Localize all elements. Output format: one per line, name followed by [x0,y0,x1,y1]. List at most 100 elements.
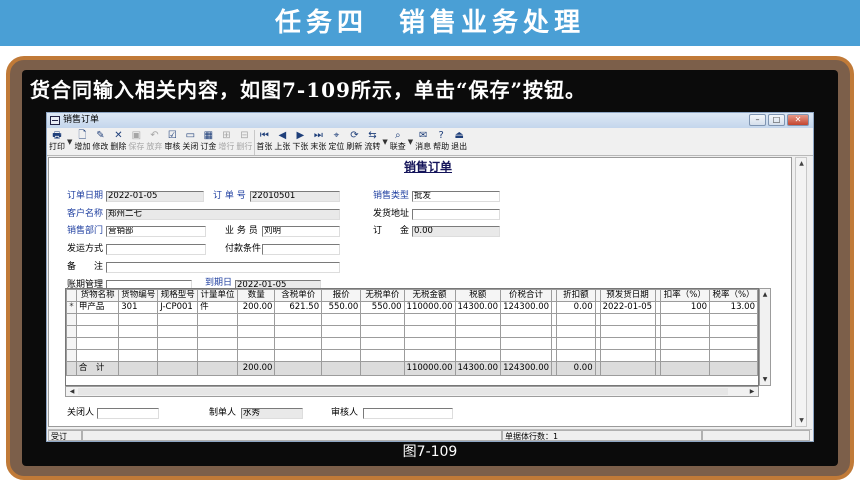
sales-type-field[interactable]: 批发 [412,191,500,202]
ship-method-field[interactable] [106,244,206,255]
grid-cell[interactable] [157,313,199,326]
column-header[interactable]: 预发货日期 [599,289,656,302]
grid-vertical-scrollbar[interactable]: ▲ ▼ [759,288,771,386]
form-scroll-up-icon[interactable]: ▲ [797,159,806,168]
grid-cell[interactable]: 13.00 [709,301,758,314]
link-dropdown-icon[interactable]: ▼ [408,137,413,148]
grid-cell[interactable] [75,325,120,338]
table-row[interactable]: * 甲产品 301 J-CP001 件 200.00 621.50 550.00 550.00 1… [66,301,758,314]
add-row-button[interactable]: ⊞ 增行 [217,130,235,155]
grid-cell[interactable] [75,313,120,326]
grid-cell[interactable] [197,325,238,338]
grid-cell[interactable]: * [66,301,77,314]
closer-field[interactable] [97,408,159,419]
grid-horizontal-scrollbar[interactable]: ◀ ▶ [65,386,759,397]
grid-cell[interactable] [403,313,456,326]
order-date-field[interactable]: 2022-01-05 [106,191,204,202]
save-button[interactable]: ▣ 保存 [127,130,145,155]
grid-cell[interactable] [321,349,362,362]
grid-cell[interactable] [197,361,238,376]
grid-cell[interactable] [236,337,276,350]
grid-cell[interactable] [321,337,362,350]
remark-field[interactable] [106,262,340,273]
table-row-empty[interactable] [66,349,758,362]
grid-cell[interactable]: 100 [659,301,711,314]
grid-cell[interactable] [709,349,758,362]
grid-cell[interactable] [321,361,362,376]
column-header[interactable]: 价税合计 [500,289,553,302]
grid-cell[interactable]: 301 [118,301,159,314]
grid-cell[interactable] [118,361,159,376]
scroll-down-icon[interactable]: ▼ [760,375,770,384]
first-button[interactable]: ⏮ 首张 [254,130,273,155]
grid-cell[interactable] [321,325,362,338]
column-header[interactable]: 折扣额 [556,289,596,302]
help-button[interactable]: ? 帮助 [432,130,450,155]
form-vertical-scrollbar[interactable]: ▲ ▼ [795,157,807,427]
auditor-field[interactable] [363,408,453,419]
prev-button[interactable]: ◀ 上张 [273,130,291,155]
grid-cell[interactable] [500,337,553,350]
grid-cell[interactable]: 550.00 [360,301,405,314]
column-header[interactable]: 税率（%） [709,289,758,302]
grid-cell[interactable] [659,337,711,350]
grid-cell[interactable] [659,361,711,376]
grid-cell[interactable] [709,337,758,350]
grid-cell[interactable] [659,313,711,326]
abandon-button[interactable]: ↶ 放弃 [145,130,163,155]
deposit-button[interactable]: ▦ 订金 [199,130,217,155]
grid-cell[interactable] [118,313,159,326]
grid-cell[interactable] [599,337,656,350]
grid-cell[interactable] [500,313,553,326]
column-header[interactable]: 计量单位 [197,289,238,302]
locate-button[interactable]: ⌖ 定位 [327,130,345,155]
grid-cell[interactable] [454,325,502,338]
grid-cell[interactable] [66,325,77,338]
refresh-button[interactable]: ⟳ 刷新 [345,130,363,155]
grid-cell[interactable] [75,349,120,362]
add-button[interactable]: 🗋 增加 [73,130,91,155]
table-row-empty[interactable] [66,337,758,350]
grid-cell[interactable] [66,361,77,376]
grid-cell[interactable]: 件 [197,301,238,314]
grid-cell[interactable]: 621.50 [274,301,323,314]
grid-cell[interactable]: 110000.00 [403,301,456,314]
grid-cell[interactable] [556,313,596,326]
grid-cell[interactable] [197,313,238,326]
delete-row-button[interactable]: ⊟ 删行 [235,130,253,155]
grid-cell[interactable] [118,325,159,338]
grid-cell[interactable] [659,349,711,362]
close-button[interactable]: ▭ 关闭 [181,130,199,155]
grid-cell[interactable] [709,361,758,376]
grid-cell[interactable]: 110000.00 [403,361,456,376]
grid-cell[interactable] [360,325,405,338]
grid-cell[interactable] [274,325,323,338]
grid-cell[interactable]: 200.00 [236,361,276,376]
grid-cell[interactable] [157,349,199,362]
grid-cell[interactable] [659,325,711,338]
ship-address-field[interactable] [412,209,500,220]
grid-cell[interactable] [66,313,77,326]
grid-cell[interactable] [599,349,656,362]
grid-cell[interactable] [197,337,238,350]
grid-cell[interactable] [599,313,656,326]
edit-button[interactable]: ✎ 修改 [91,130,109,155]
column-header[interactable]: 货物名称 [75,289,120,302]
grid-cell[interactable] [709,313,758,326]
grid-cell[interactable]: 14300.00 [454,361,502,376]
grid-cell[interactable]: 合 计 [75,361,120,376]
total-row[interactable]: 合 计 200.00 110000.00 14300.00 124300.00 0.00 [66,361,758,376]
grid-cell[interactable] [403,349,456,362]
print-button[interactable]: 🖶 打印 [48,130,66,155]
grid-cell[interactable] [556,337,596,350]
column-header[interactable]: 无税单价 [360,289,405,302]
grid-cell[interactable] [66,337,77,350]
grid-cell[interactable] [599,325,656,338]
grid-cell[interactable]: 124300.00 [500,361,553,376]
column-header[interactable]: 无税金额 [403,289,456,302]
grid-cell[interactable] [197,349,238,362]
grid-cell[interactable] [118,337,159,350]
table-row-empty[interactable] [66,325,758,338]
grid-cell[interactable]: 14300.00 [454,301,502,314]
department-field[interactable]: 营销部 [106,226,206,237]
